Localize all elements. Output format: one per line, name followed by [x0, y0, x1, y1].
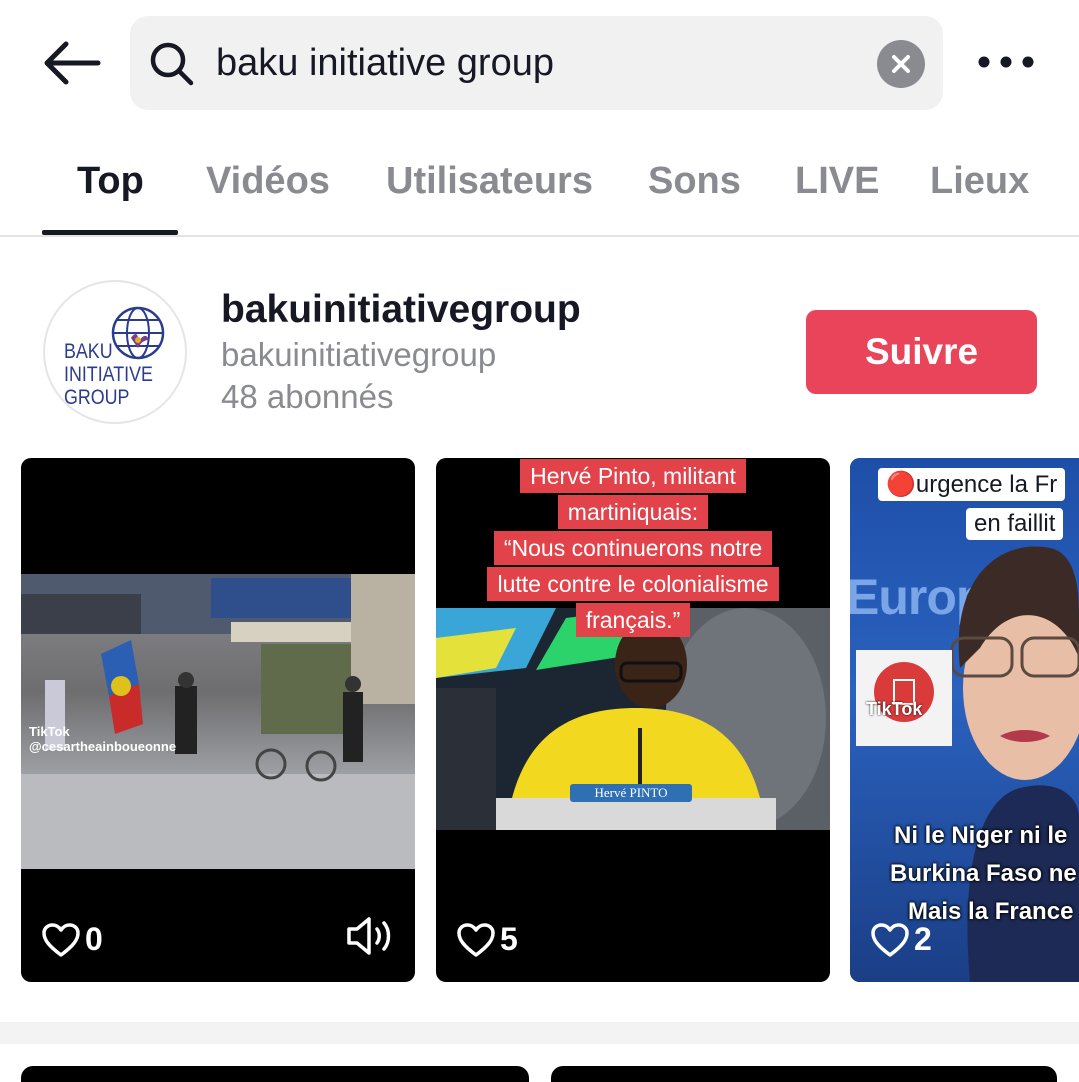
close-icon	[892, 55, 910, 73]
heart-icon	[42, 922, 80, 957]
back-button[interactable]	[40, 36, 104, 90]
tiktok-logo-badge: TikTok	[856, 650, 952, 746]
sound-toggle[interactable]	[345, 914, 395, 958]
tab-users[interactable]: Utilisateurs	[386, 160, 593, 203]
search-tabs: Top Vidéos Utilisateurs Sons LIVE Lieux	[0, 140, 1079, 237]
heart-icon	[457, 922, 495, 957]
heart-icon	[871, 922, 909, 957]
tab-live[interactable]: LIVE	[795, 160, 879, 203]
video-caption-overlay: Hervé Pinto, militant martiniquais: “Nou…	[436, 458, 830, 638]
user-avatar[interactable]: BAKU INITIATIVE GROUP	[43, 280, 187, 424]
tiktok-watermark: TikTok @cesartheainboueonne	[29, 724, 177, 754]
like-count: 0	[41, 921, 103, 958]
video-card-2[interactable]: Hervé PINTO Hervé Pinto, militant martin…	[436, 458, 830, 982]
speaker-nameplate: Hervé PINTO	[570, 784, 692, 802]
headline-overlay: 🔴urgence la Fr	[878, 468, 1066, 501]
more-options-button[interactable]	[974, 44, 1038, 80]
subtitle-line: Burkina Faso ne	[890, 860, 1077, 887]
headline-overlay-2: en faillit	[966, 508, 1064, 540]
video-card-3[interactable]: Europ TikTok 🔴urgence la Fr en faillit N…	[850, 458, 1079, 982]
follow-button[interactable]: Suivre	[806, 310, 1037, 394]
video-card-next-2[interactable]	[551, 1066, 1057, 1082]
video-thumbnail: Hervé PINTO	[436, 608, 830, 830]
tab-videos[interactable]: Vidéos	[206, 160, 330, 203]
section-divider	[0, 1022, 1079, 1044]
avatar-logo-text: BAKU INITIATIVE GROUP	[64, 340, 153, 409]
like-count: 2	[870, 921, 932, 958]
video-thumbnail: TikTok @cesartheainboueonne	[21, 574, 415, 869]
video-card-next-1[interactable]	[21, 1066, 529, 1082]
video-card-1[interactable]: TikTok @cesartheainboueonne 0	[21, 458, 415, 982]
arrow-left-icon	[44, 41, 101, 85]
active-tab-indicator	[42, 230, 178, 235]
like-count: 5	[456, 921, 518, 958]
clear-search-button[interactable]	[877, 40, 925, 88]
tab-top[interactable]: Top	[77, 160, 144, 203]
subtitle-line: Ni le Niger ni le	[894, 822, 1068, 849]
follower-count: 48 abonnés	[221, 378, 394, 415]
user-handle: bakuinitiativegroup	[221, 336, 497, 373]
search-bar[interactable]: baku initiative group	[130, 16, 943, 110]
search-icon	[150, 42, 194, 86]
speaker-icon	[347, 917, 391, 955]
subtitle-line: Mais la France	[908, 898, 1074, 925]
more-dots-icon	[978, 56, 1034, 68]
search-input[interactable]: baku initiative group	[216, 16, 554, 110]
tab-sounds[interactable]: Sons	[648, 160, 741, 203]
user-name[interactable]: bakuinitiativegroup	[221, 288, 581, 332]
tab-places[interactable]: Lieux	[930, 160, 1029, 203]
